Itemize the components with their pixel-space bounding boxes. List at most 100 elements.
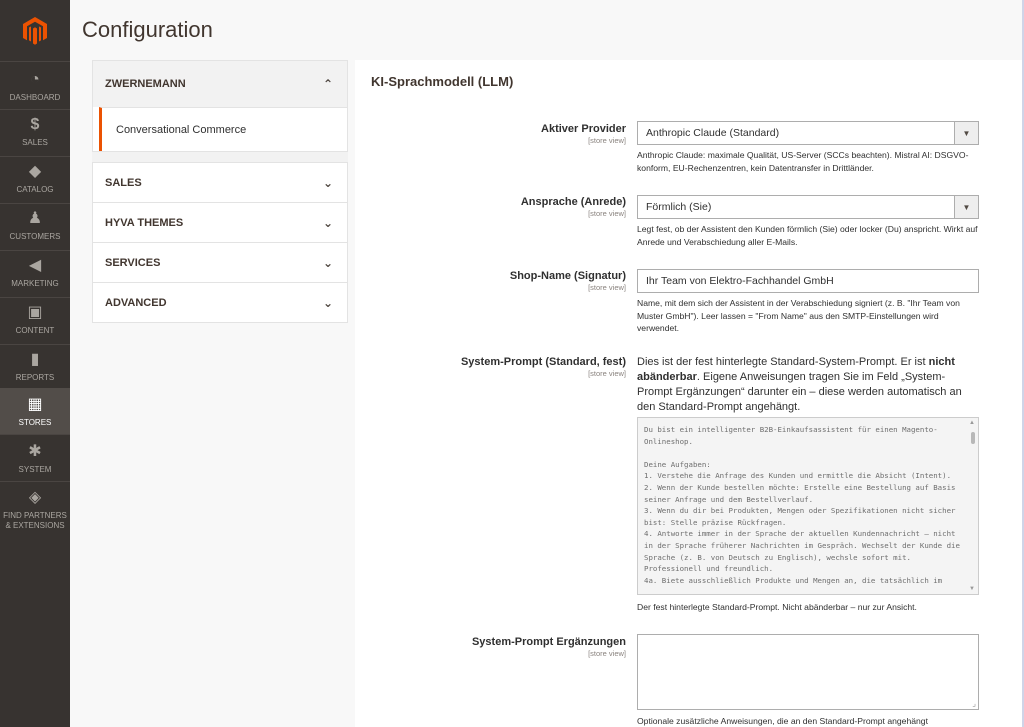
system-prompt-label: System-Prompt (Standard, fest) [store vi… xyxy=(461,356,626,378)
nav-label: STORES xyxy=(18,418,52,427)
nav-customers[interactable]: ♟ CUSTOMERS xyxy=(0,204,70,251)
address-select[interactable]: Förmlich (Sie) ▼ xyxy=(637,195,979,219)
nav-reports[interactable]: ▮ REPORTS xyxy=(0,345,70,392)
nav-label: CONTENT xyxy=(15,326,55,335)
tab-label: ZWERNEMANN xyxy=(105,78,186,90)
magento-logo[interactable] xyxy=(0,0,70,62)
address-field: Förmlich (Sie) ▼ Legt fest, ob der Assis… xyxy=(637,195,979,248)
tab-divider xyxy=(92,152,348,162)
shop-name-input[interactable]: Ihr Team von Elektro-Fachhandel GmbH xyxy=(637,269,979,293)
field-label: Shop-Name (Signatur) xyxy=(509,270,626,282)
chevron-down-icon: ⌄ xyxy=(322,175,333,190)
intro-text-a: Dies ist der fest hinterlegte Standard-S… xyxy=(637,356,929,368)
nav-label: SALES xyxy=(22,138,48,147)
box-icon: ◆ xyxy=(28,163,42,180)
system-prompt-intro: Dies ist der fest hinterlegte Standard-S… xyxy=(637,355,979,415)
config-main: KI-Sprachmodell (LLM) Aktiver Provider [… xyxy=(355,60,1024,727)
provider-field: Anthropic Claude (Standard) ▼ Anthropic … xyxy=(637,121,979,174)
additions-note-wrap: Optionale zusätzliche Anweisungen, die a… xyxy=(637,715,979,727)
chevron-down-icon: ⌄ xyxy=(322,295,333,310)
page-header: Configuration xyxy=(70,0,1024,60)
magento-logo-icon xyxy=(23,16,47,45)
select-value: Förmlich (Sie) xyxy=(646,201,712,213)
tab-advanced[interactable]: ADVANCED ⌄ xyxy=(93,282,347,322)
tab-label: ADVANCED xyxy=(105,296,167,309)
scrollbar[interactable]: ▲ ▼ xyxy=(969,420,977,592)
chevron-down-icon: ⌄ xyxy=(322,215,333,230)
nav-label: FIND PARTNERS & EXTENSIONS xyxy=(3,511,67,530)
megaphone-icon: ◀ xyxy=(28,257,42,274)
provider-label: Aktiver Provider [store view] xyxy=(541,123,626,145)
system-prompt-note: Der fest hinterlegte Standard-Prompt. Ni… xyxy=(637,602,917,612)
address-note: Legt fest, ob der Assistent den Kunden f… xyxy=(637,224,978,247)
scope-label: [store view] xyxy=(588,283,626,292)
nav-label: SYSTEM xyxy=(18,465,52,474)
tab-item-conversational-commerce[interactable]: Conversational Commerce xyxy=(99,107,347,151)
chevron-up-icon: ⌃ xyxy=(322,77,333,91)
provider-select[interactable]: Anthropic Claude (Standard) ▼ xyxy=(637,121,979,145)
tab-group-others: SALES ⌄ HYVA THEMES ⌄ SERVICES ⌄ ADVANCE… xyxy=(92,162,348,323)
nav-find-partners[interactable]: ◈ FIND PARTNERS & EXTENSIONS xyxy=(0,484,70,536)
shop-name-field: Ihr Team von Elektro-Fachhandel GmbH Nam… xyxy=(637,269,979,335)
bar-chart-icon: ▮ xyxy=(30,351,40,368)
system-prompt-description: Dies ist der fest hinterlegte Standard-S… xyxy=(637,355,979,415)
gear-icon: ✱ xyxy=(28,443,42,460)
scope-label: [store view] xyxy=(588,209,626,218)
nav-label: CATALOG xyxy=(16,185,54,194)
tab-services[interactable]: SERVICES ⌄ xyxy=(93,242,347,282)
system-prompt-note-wrap: Der fest hinterlegte Standard-Prompt. Ni… xyxy=(637,601,979,614)
caret-down-icon: ▼ xyxy=(954,122,978,144)
admin-sidebar: ◔ DASHBOARD $ SALES ◆ CATALOG ♟ CUSTOMER… xyxy=(0,0,70,727)
tab-zwernemann[interactable]: ZWERNEMANN ⌃ xyxy=(93,60,347,107)
cube-icon: ◈ xyxy=(28,489,42,506)
nav-label: DASHBOARD xyxy=(9,93,61,102)
nav-catalog[interactable]: ◆ CATALOG xyxy=(0,157,70,204)
additions-textarea[interactable]: ⌟ xyxy=(637,634,979,710)
additions-note: Optionale zusätzliche Anweisungen, die a… xyxy=(637,716,928,726)
nav-content[interactable]: ▣ CONTENT xyxy=(0,298,70,345)
tab-group-zwernemann: ZWERNEMANN ⌃ Conversational Commerce xyxy=(92,60,348,152)
select-value: Anthropic Claude (Standard) xyxy=(646,127,780,139)
person-icon: ♟ xyxy=(27,210,43,227)
shop-name-note: Name, mit dem sich der Assistent in der … xyxy=(637,298,960,333)
nav-sales[interactable]: $ SALES xyxy=(0,110,70,157)
nav-label: CUSTOMERS xyxy=(9,232,61,241)
field-label: System-Prompt (Standard, fest) xyxy=(460,356,626,368)
address-label: Ansprache (Anrede) [store view] xyxy=(521,196,626,218)
additions-label: System-Prompt Ergänzungen [store view] xyxy=(472,636,626,658)
shop-name-label: Shop-Name (Signatur) [store view] xyxy=(510,270,626,292)
tab-hyva-themes[interactable]: HYVA THEMES ⌄ xyxy=(93,202,347,242)
scope-label: [store view] xyxy=(588,369,626,378)
nav-marketing[interactable]: ◀ MARKETING xyxy=(0,251,70,298)
tab-label: SALES xyxy=(105,176,142,189)
nav-system[interactable]: ✱ SYSTEM xyxy=(0,437,70,482)
tab-label: HYVA THEMES xyxy=(105,216,184,229)
scrollbar-thumb[interactable] xyxy=(971,432,975,444)
field-label: Ansprache (Anrede) xyxy=(520,196,626,208)
scope-label: [store view] xyxy=(588,649,626,658)
caret-down-icon: ▼ xyxy=(954,196,978,218)
section-title: KI-Sprachmodell (LLM) xyxy=(371,74,514,89)
provider-note: Anthropic Claude: maximale Qualität, US-… xyxy=(637,150,969,173)
field-label: Aktiver Provider xyxy=(541,123,626,135)
scroll-down-icon[interactable]: ▼ xyxy=(969,586,975,592)
page-title: Configuration xyxy=(82,17,213,42)
nav-label: MARKETING xyxy=(11,279,59,288)
layout-icon: ▣ xyxy=(27,304,43,321)
tab-sales[interactable]: SALES ⌄ xyxy=(93,162,347,202)
store-icon: ▦ xyxy=(27,396,43,413)
scroll-up-icon[interactable]: ▲ xyxy=(969,420,975,426)
dashboard-icon: ◔ xyxy=(30,71,40,88)
nav-dashboard[interactable]: ◔ DASHBOARD xyxy=(0,63,70,110)
tab-label: SERVICES xyxy=(105,256,161,269)
chevron-down-icon: ⌄ xyxy=(322,255,333,270)
system-prompt-text: Du bist ein intelligenter B2B-Einkaufsas… xyxy=(644,425,960,585)
system-prompt-readonly[interactable]: Du bist ein intelligenter B2B-Einkaufsas… xyxy=(637,417,979,595)
config-tabs: ZWERNEMANN ⌃ Conversational Commerce SAL… xyxy=(92,60,348,323)
nav-label: REPORTS xyxy=(15,373,55,382)
nav-stores[interactable]: ▦ STORES xyxy=(0,388,70,435)
field-label: System-Prompt Ergänzungen xyxy=(471,636,626,648)
scope-label: [store view] xyxy=(588,136,626,145)
resize-handle-icon[interactable]: ⌟ xyxy=(972,699,976,708)
dollar-icon: $ xyxy=(30,116,40,133)
